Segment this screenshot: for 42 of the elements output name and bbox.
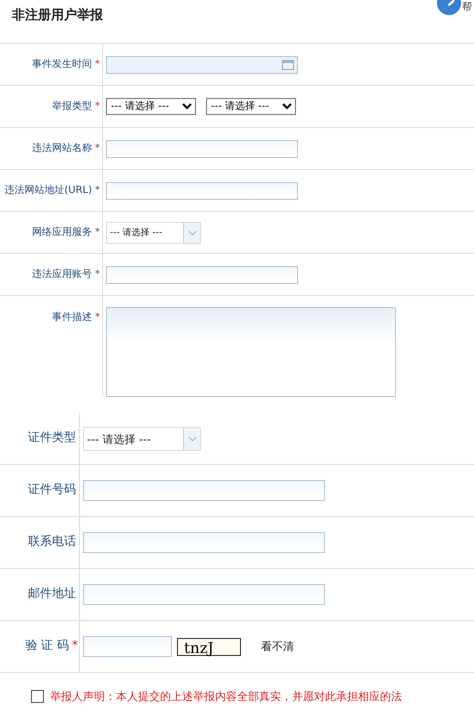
input-field[interactable] bbox=[106, 266, 298, 284]
declaration-text: 举报人声明：本人提交的上述举报内容全部真实，并愿对此承担相应的法 bbox=[50, 689, 402, 704]
textarea-field[interactable] bbox=[106, 307, 396, 397]
help-label[interactable]: 帮 bbox=[462, 0, 472, 14]
chevron-icon bbox=[188, 230, 196, 236]
select-dropdown[interactable]: --- 请选择 --- bbox=[206, 98, 296, 115]
select-dropdown[interactable]: --- 请选择 --- bbox=[106, 98, 196, 115]
required-mark: * bbox=[95, 312, 100, 323]
select-dropdown[interactable]: --- 请选择 --- bbox=[106, 222, 201, 244]
required-mark: * bbox=[95, 227, 100, 238]
chevron-icon bbox=[188, 436, 196, 442]
input-field[interactable] bbox=[83, 584, 325, 605]
field-label: 证件号码 bbox=[28, 482, 76, 496]
field-label: 违法应用账号 bbox=[32, 269, 92, 280]
field-label: 邮件地址 bbox=[28, 586, 76, 600]
required-mark: * bbox=[95, 101, 100, 112]
required-mark: * bbox=[72, 638, 78, 652]
field-label: 违法网站名称 bbox=[32, 143, 92, 154]
field-label: 举报类型 bbox=[52, 101, 92, 112]
required-mark: * bbox=[95, 143, 100, 154]
input-field[interactable] bbox=[106, 182, 298, 200]
input-field[interactable] bbox=[106, 140, 298, 158]
field-label: 违法网站地址(URL) bbox=[4, 185, 92, 196]
input-field[interactable] bbox=[83, 532, 325, 553]
field-label: 联系电话 bbox=[28, 534, 76, 548]
field-label: 验 证 码 bbox=[25, 638, 69, 652]
required-mark: * bbox=[95, 269, 100, 280]
field-label: 事件发生时间 bbox=[32, 59, 92, 70]
checkbox[interactable] bbox=[31, 690, 44, 703]
page-title: 非注册用户举报 bbox=[12, 6, 103, 24]
required-mark: * bbox=[95, 185, 100, 196]
select-dropdown[interactable]: --- 请选择 --- bbox=[83, 426, 201, 450]
refresh-link[interactable]: 看不清 bbox=[261, 639, 294, 654]
field-label: 证件类型 bbox=[28, 430, 76, 444]
field-label: 事件描述 bbox=[52, 312, 92, 323]
field-label: 网络应用服务 bbox=[32, 227, 92, 238]
captcha-image: tnzJ bbox=[177, 638, 241, 656]
required-mark: * bbox=[95, 59, 100, 70]
input-field[interactable] bbox=[83, 480, 325, 501]
calendar-icon[interactable] bbox=[282, 60, 294, 70]
captcha-field[interactable] bbox=[83, 636, 172, 657]
date-field[interactable] bbox=[106, 56, 298, 74]
